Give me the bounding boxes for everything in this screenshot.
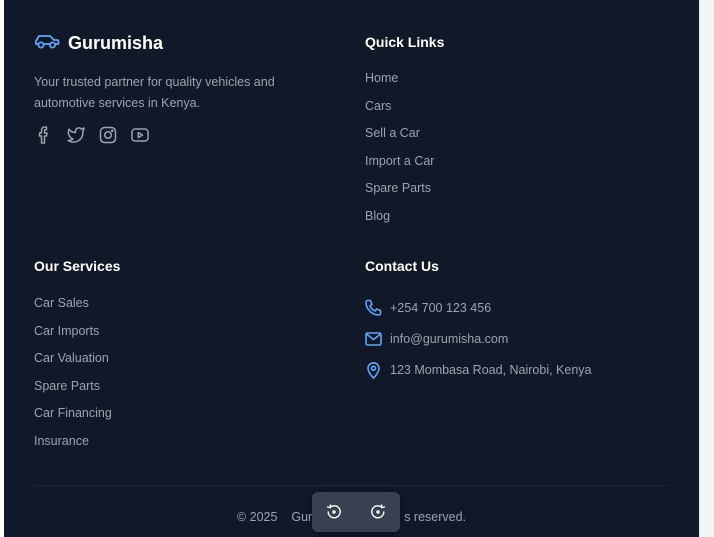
footer-divider	[34, 485, 668, 486]
page-scrollbar[interactable]	[699, 0, 714, 537]
rotate-left-icon[interactable]	[324, 502, 344, 522]
location-pin-icon	[367, 361, 380, 379]
service-spare-parts[interactable]: Spare Parts	[34, 378, 112, 406]
quick-link-cars[interactable]: Cars	[365, 98, 434, 126]
brand[interactable]: Gurumisha	[34, 32, 163, 55]
quick-links-list: Home Cars Sell a Car Import a Car Spare …	[365, 70, 434, 236]
copyright-company: Gur	[291, 510, 313, 524]
contact-phone[interactable]: +254 700 123 456	[365, 292, 592, 323]
quick-link-home[interactable]: Home	[365, 70, 434, 98]
mail-icon	[365, 331, 382, 346]
contact-address-text: 123 Mombasa Road, Nairobi, Kenya	[390, 362, 592, 377]
service-car-sales[interactable]: Car Sales	[34, 295, 112, 323]
car-icon	[34, 32, 60, 55]
quick-link-blog[interactable]: Blog	[365, 208, 434, 236]
contact-title: Contact Us	[365, 258, 439, 274]
youtube-icon[interactable]	[130, 125, 149, 144]
brand-tagline: Your trusted partner for quality vehicle…	[34, 75, 275, 110]
quick-link-spare-parts[interactable]: Spare Parts	[365, 180, 434, 208]
service-car-valuation[interactable]: Car Valuation	[34, 350, 112, 378]
quick-links-title: Quick Links	[365, 34, 445, 50]
contact-phone-text: +254 700 123 456	[390, 300, 492, 315]
contact-address[interactable]: 123 Mombasa Road, Nairobi, Kenya	[365, 354, 592, 385]
facebook-icon[interactable]	[34, 125, 53, 144]
service-insurance[interactable]: Insurance	[34, 433, 112, 461]
contact-email[interactable]: info@gurumisha.com	[365, 323, 592, 354]
site-footer: Gurumisha Your trusted partner for quali…	[4, 0, 699, 537]
quick-link-sell-a-car[interactable]: Sell a Car	[365, 125, 434, 153]
rotate-right-icon[interactable]	[368, 502, 388, 522]
contact-email-text: info@gurumisha.com	[390, 331, 509, 346]
copyright-year: © 2025	[236, 510, 278, 524]
contact-list: +254 700 123 456 info@gurumisha.com 123 …	[365, 292, 592, 385]
quick-link-import-a-car[interactable]: Import a Car	[365, 153, 434, 181]
brand-name: Gurumisha	[68, 33, 164, 53]
twitter-icon[interactable]	[66, 125, 85, 144]
services-title: Our Services	[34, 258, 121, 274]
social-links	[34, 125, 149, 144]
image-rotate-toolbar	[312, 492, 400, 532]
service-car-financing[interactable]: Car Financing	[34, 405, 112, 433]
phone-icon	[365, 299, 382, 316]
copyright-rights: s reserved.	[404, 510, 467, 524]
services-list: Car Sales Car Imports Car Valuation Spar…	[34, 295, 112, 461]
instagram-icon[interactable]	[98, 125, 117, 144]
service-car-imports[interactable]: Car Imports	[34, 323, 112, 351]
